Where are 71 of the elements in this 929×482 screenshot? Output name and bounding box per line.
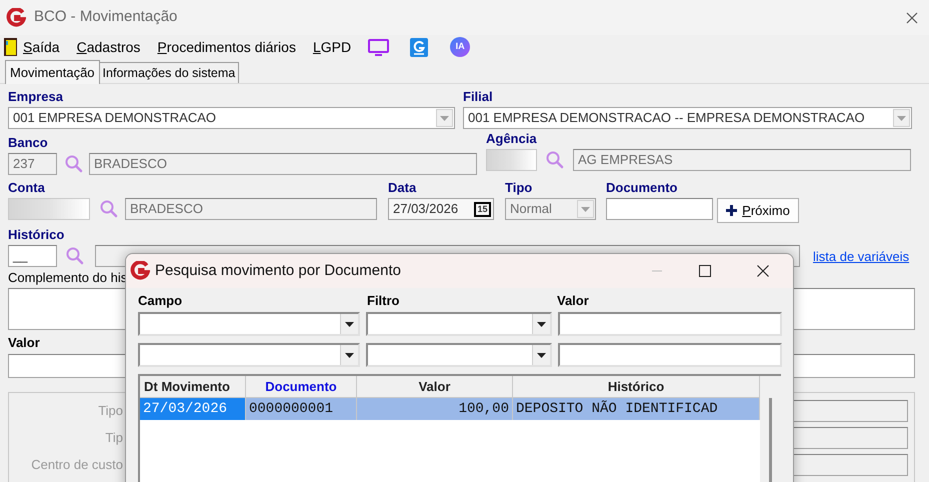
input-field[interactable]: 237: [8, 153, 57, 175]
tab[interactable]: Movimentação: [5, 60, 100, 84]
menu-item[interactable]: Procedimentos diários: [157, 36, 296, 58]
input-field[interactable]: AG EMPRESAS: [573, 149, 911, 171]
date-field[interactable]: 27/03/2026 15: [388, 198, 494, 220]
caret-icon: [581, 206, 590, 212]
combo-box[interactable]: [366, 343, 552, 367]
field-label: Tipo: [97, 402, 123, 420]
field-label: Data: [388, 180, 418, 196]
variables-link[interactable]: lista de variáveis: [813, 247, 910, 266]
table-cell: 0000000001: [246, 398, 357, 420]
door-icon[interactable]: [4, 38, 17, 56]
menu-item[interactable]: LGPD: [312, 36, 352, 58]
combo-box[interactable]: Normal: [505, 198, 596, 220]
field-label: Tipo: [505, 180, 534, 196]
blurred-field[interactable]: [486, 149, 537, 171]
input-field[interactable]: [558, 312, 782, 336]
calendar-icon[interactable]: 15: [474, 202, 491, 216]
logo-icon[interactable]: [410, 38, 428, 56]
menu-item[interactable]: Cadastros: [76, 36, 140, 58]
monitor-icon[interactable]: [368, 38, 390, 56]
input-field[interactable]: [558, 343, 782, 367]
field-label: Documento: [606, 180, 678, 196]
field-label: Filial: [463, 89, 494, 105]
combo-box[interactable]: 001 EMPRESA DEMONSTRACAO -- EMPRESA DEMONSTRACAO: [463, 107, 912, 129]
plus-icon: [726, 205, 738, 216]
caret-icon: [345, 352, 354, 358]
input-field[interactable]: __: [8, 245, 57, 267]
caret-icon: [537, 352, 546, 358]
app-logo-icon: [6, 8, 26, 28]
field-label: Valor: [8, 335, 40, 351]
maximize-icon[interactable]: [699, 265, 711, 277]
field-label: Campo: [138, 293, 184, 309]
combo-box[interactable]: [138, 312, 360, 336]
field-label: Empresa: [8, 89, 64, 105]
search-icon[interactable]: [99, 199, 119, 219]
table-cell: 100,00: [357, 398, 513, 420]
field-label: Histórico: [8, 227, 66, 243]
field-label: Valor: [557, 293, 590, 309]
menu-item[interactable]: Saída: [23, 36, 60, 58]
next-button[interactable]: Próximo: [717, 198, 799, 223]
field-label: Filtro: [367, 293, 400, 309]
caret-icon: [897, 116, 906, 120]
search-icon[interactable]: [545, 150, 565, 170]
field-label: Banco: [8, 135, 49, 151]
scrollbar-thumb[interactable]: [769, 398, 772, 482]
input-field[interactable]: BRADESCO: [89, 153, 477, 175]
app-logo-icon: [130, 261, 150, 281]
input-field[interactable]: BRADESCO: [125, 198, 377, 220]
window-title: BCO - Movimentação: [34, 7, 178, 28]
blurred-field[interactable]: [8, 198, 90, 220]
caret-icon: [345, 322, 354, 326]
search-icon[interactable]: [65, 246, 85, 266]
tab[interactable]: Informações do sistema: [100, 62, 240, 83]
input-field[interactable]: [606, 198, 713, 220]
dialog-title: Pesquisa movimento por Documento: [155, 260, 401, 281]
field-label: Tip: [104, 428, 123, 447]
combo-box[interactable]: 001 EMPRESA DEMONSTRACAO: [8, 107, 455, 129]
table-cell: 27/03/2026: [140, 398, 246, 420]
combo-box[interactable]: [138, 343, 360, 367]
grid-row[interactable]: 27/03/2026 0000000001 100,00 DEPOSITO NÃO IDENTIFICAD: [140, 398, 760, 420]
search-icon[interactable]: [64, 154, 84, 174]
close-icon[interactable]: [757, 265, 769, 277]
field-label: Agência: [486, 131, 538, 147]
ai-button[interactable]: IA: [450, 37, 470, 57]
caret-icon: [440, 116, 449, 120]
combo-box[interactable]: [366, 312, 552, 336]
close-icon[interactable]: [906, 12, 918, 24]
caret-icon: [537, 322, 546, 326]
field-label: Centro de custo: [30, 456, 123, 474]
field-label: Conta: [8, 180, 46, 196]
